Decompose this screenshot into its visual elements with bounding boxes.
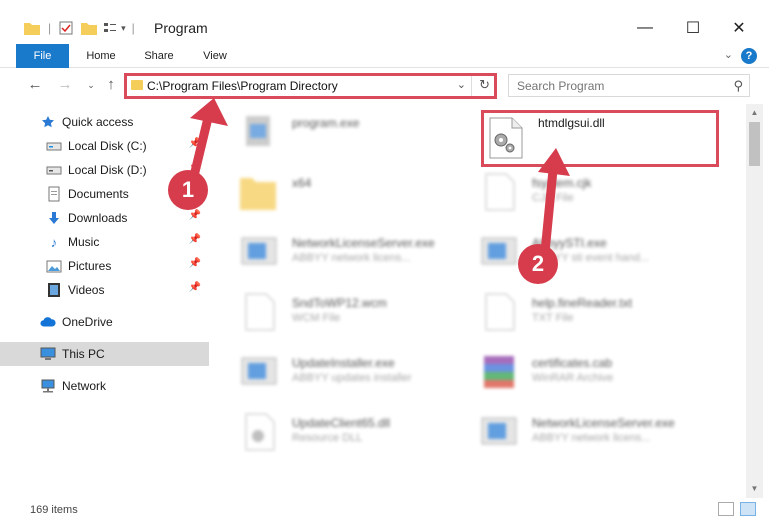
item-count: 169 items [30,504,78,516]
scroll-thumb[interactable] [749,122,760,166]
status-bar: 169 items [0,498,769,530]
arrow-head-2 [538,148,570,176]
vertical-scrollbar[interactable]: ▲ ▼ [746,104,763,498]
scroll-up-icon[interactable]: ▲ [746,106,763,120]
arrow-head-1 [190,98,228,126]
scroll-down-icon[interactable]: ▼ [746,482,763,496]
step-1-badge: 1 [168,170,208,210]
arrow-step-1 [189,116,213,178]
details-view-icon[interactable] [718,502,734,516]
step-2-badge: 2 [518,244,558,284]
large-icons-view-icon[interactable] [740,502,756,516]
annotation-arrows [189,98,570,253]
arrow-step-2 [540,169,558,253]
